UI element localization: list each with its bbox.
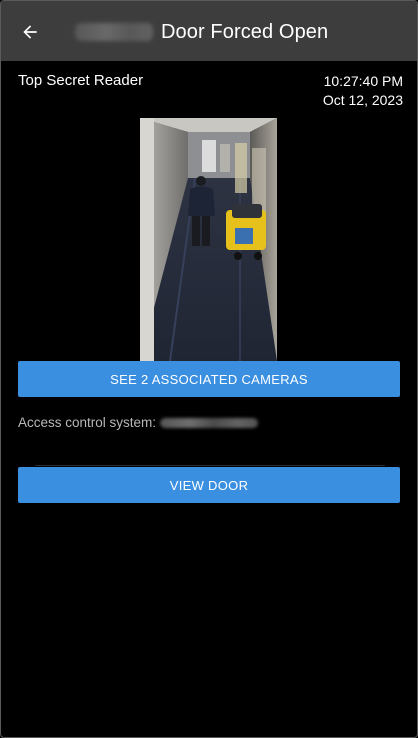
app-bar: Door Forced Open — [1, 1, 417, 61]
hallway-snapshot-image — [140, 118, 277, 361]
access-control-label: Access control system: — [18, 415, 157, 430]
page-title: Door Forced Open — [75, 19, 328, 45]
camera-snapshot[interactable] — [140, 118, 277, 361]
arrow-left-icon — [23, 25, 37, 39]
redacted-access-control-value — [160, 417, 259, 428]
access-control-system: Access control system: — [18, 415, 259, 430]
redacted-system-name — [75, 23, 153, 41]
event-date: Oct 12, 2023 — [322, 92, 403, 108]
see-associated-cameras-button[interactable]: SEE 2 ASSOCIATED CAMERAS — [18, 361, 400, 397]
alarm-detail-screen: Door Forced Open Top Secret Reader 10:27… — [0, 0, 418, 738]
event-timestamp: 10:27:40 PM Oct 12, 2023 — [323, 72, 403, 110]
divider — [35, 465, 385, 466]
event-type-title: Door Forced Open — [161, 21, 329, 43]
event-time: 10:27:40 PM — [323, 73, 403, 89]
back-button[interactable] — [15, 17, 45, 47]
view-door-button[interactable]: VIEW DOOR — [18, 467, 400, 503]
reader-name: Top Secret Reader — [18, 72, 144, 89]
